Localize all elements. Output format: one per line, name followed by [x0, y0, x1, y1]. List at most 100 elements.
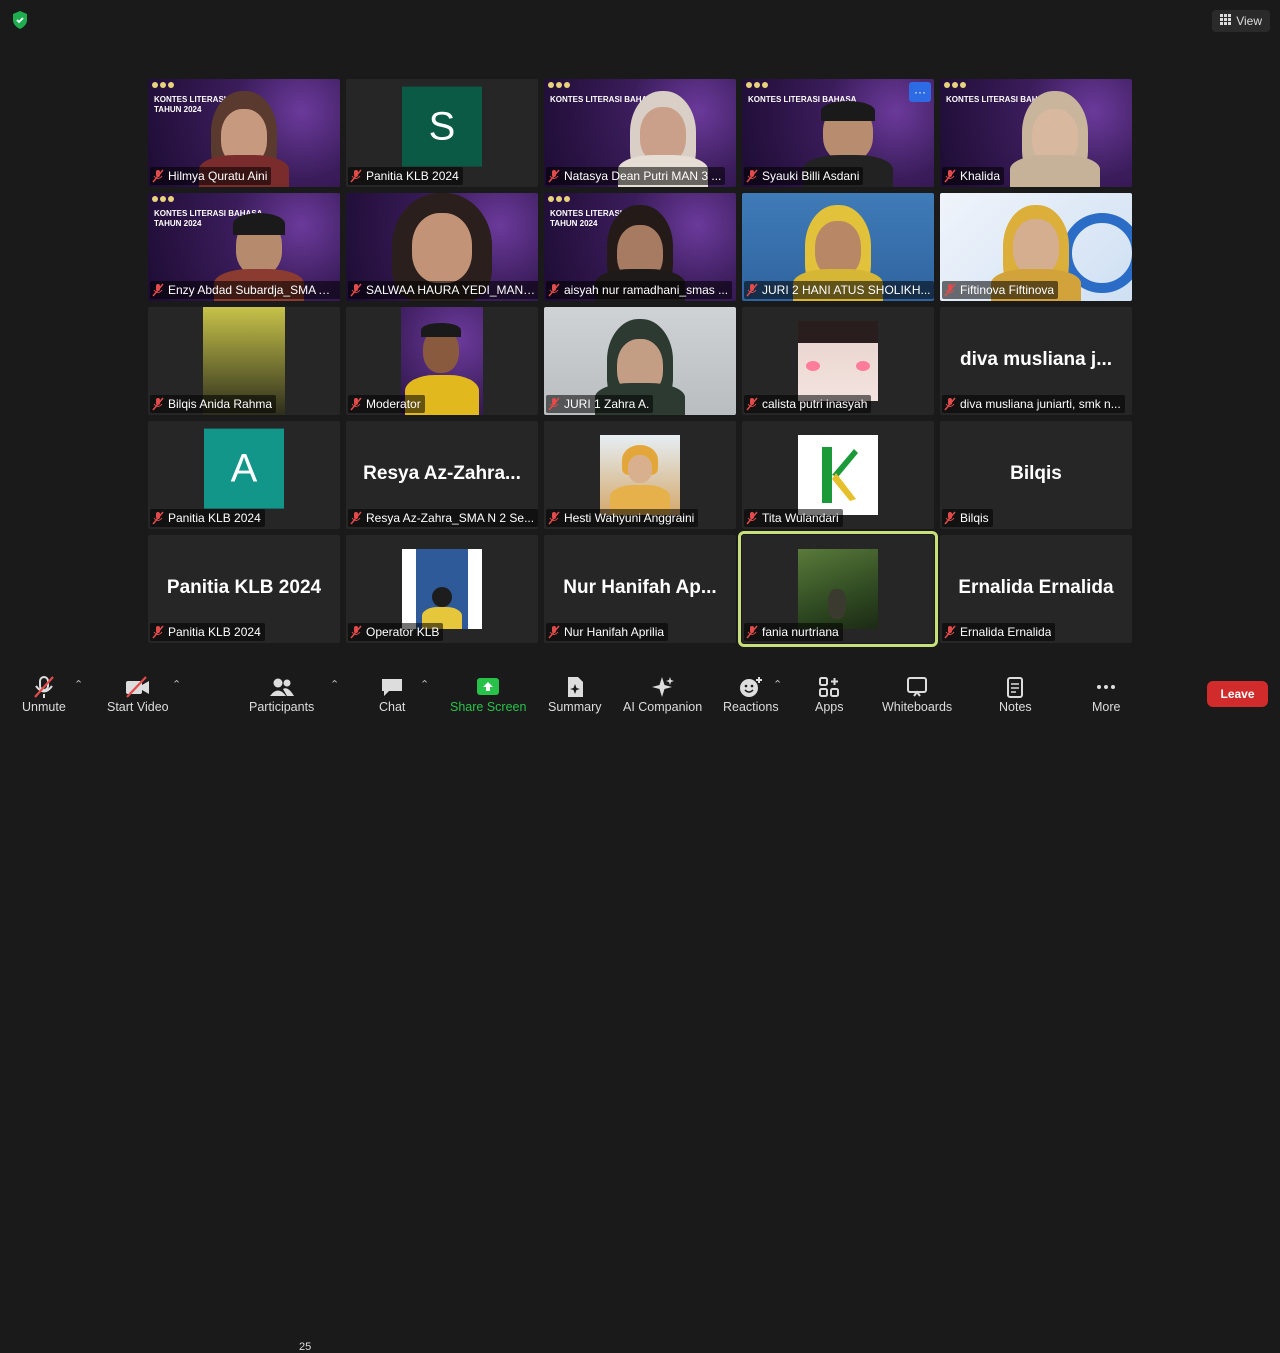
- apps-button[interactable]: Apps: [815, 674, 844, 714]
- participant-tile[interactable]: Moderator: [346, 307, 538, 415]
- participant-tile[interactable]: Tita Wulandari: [742, 421, 934, 529]
- share-screen-button[interactable]: Share Screen: [450, 674, 526, 714]
- participant-tile[interactable]: KONTES LITERASI BAHASA TAHUN 2024 aisyah …: [544, 193, 736, 301]
- participant-name: SALWAA HAURA YEDI_MAN ...: [366, 283, 536, 297]
- ai-companion-button[interactable]: AI Companion: [623, 674, 702, 714]
- muted-mic-icon: [152, 511, 164, 525]
- muted-mic-icon: [944, 511, 956, 525]
- chat-label: Chat: [379, 700, 406, 714]
- participant-name: Bilqis: [960, 511, 989, 525]
- participant-name: Panitia KLB 2024: [168, 511, 261, 525]
- apps-icon: [817, 674, 841, 700]
- participant-display-name: diva musliana j...: [959, 349, 1113, 370]
- participant-tile[interactable]: Resya Az-Zahra... Resya Az-Zahra_SMA N 2…: [346, 421, 538, 529]
- participant-tile-active-speaker[interactable]: fania nurtriana: [738, 531, 938, 647]
- participant-tile[interactable]: JURI 2 HANI ATUS SHOLIKH...: [742, 193, 934, 301]
- slide-subtitle: TAHUN 2024: [154, 105, 202, 114]
- meeting-toolbar: Unmute ⌃ Start Video ⌃ Participants 25 ⌃…: [0, 664, 1280, 1353]
- participant-name: Operator KLB: [366, 625, 440, 639]
- participant-name: Syauki Billi Asdani: [762, 169, 860, 183]
- participant-tile[interactable]: KONTES LITERASI BAHASA TAHUN 2024 Hilmya …: [148, 79, 340, 187]
- participant-tile[interactable]: KONTES LITERASI BAHASA Natasya Dean Putr…: [544, 79, 736, 187]
- participant-tile[interactable]: Bilqis Anida Rahma: [148, 307, 340, 415]
- participant-tile[interactable]: A Panitia KLB 2024: [148, 421, 340, 529]
- participant-tile[interactable]: Panitia KLB 2024 Panitia KLB 2024: [148, 535, 340, 643]
- participants-label: Participants: [249, 700, 315, 714]
- participant-name: JURI 2 HANI ATUS SHOLIKH...: [762, 283, 931, 297]
- unmute-label: Unmute: [22, 700, 66, 714]
- reactions-options-chevron-icon[interactable]: ⌃: [773, 678, 782, 691]
- participant-tile[interactable]: KONTES LITERASI BAHASA ··· Syauki Billi …: [742, 79, 934, 187]
- encryption-shield-icon[interactable]: [10, 10, 30, 30]
- chat-options-chevron-icon[interactable]: ⌃: [420, 678, 429, 691]
- share-screen-label: Share Screen: [450, 700, 527, 714]
- participant-tile[interactable]: Bilqis Bilqis: [940, 421, 1132, 529]
- participant-tile[interactable]: diva musliana j... diva musliana juniart…: [940, 307, 1132, 415]
- chat-icon: [380, 674, 404, 700]
- reactions-button[interactable]: Reactions: [723, 674, 779, 714]
- muted-mic-icon: [746, 169, 758, 183]
- summary-button[interactable]: Summary: [548, 674, 601, 714]
- muted-mic-icon: [548, 625, 560, 639]
- participant-tile[interactable]: KONTES LITERASI BAHASA Khalida: [940, 79, 1132, 187]
- avatar: A: [204, 428, 284, 509]
- participant-tile[interactable]: Ernalida Ernalida Ernalida Ernalida: [940, 535, 1132, 643]
- participant-name: Tita Wulandari: [762, 511, 839, 525]
- video-grid: KONTES LITERASI BAHASA TAHUN 2024 Hilmya …: [148, 79, 1132, 647]
- whiteboards-button[interactable]: Whiteboards: [882, 674, 952, 714]
- muted-mic-icon: [33, 674, 55, 700]
- video-options-chevron-icon[interactable]: ⌃: [172, 678, 181, 691]
- participant-name: Ernalida Ernalida: [960, 625, 1052, 639]
- notes-label: Notes: [999, 700, 1032, 714]
- participant-tile[interactable]: SALWAA HAURA YEDI_MAN ...: [346, 193, 538, 301]
- participant-name: Hilmya Quratu Aini: [168, 169, 268, 183]
- view-button[interactable]: View: [1212, 10, 1270, 32]
- participant-tile[interactable]: Nur Hanifah Ap... Nur Hanifah Aprilia: [544, 535, 736, 643]
- participant-display-name: Resya Az-Zahra...: [363, 463, 521, 484]
- muted-mic-icon: [548, 283, 560, 297]
- muted-mic-icon: [548, 169, 560, 183]
- muted-mic-icon: [152, 283, 164, 297]
- participant-tile[interactable]: S Panitia KLB 2024: [346, 79, 538, 187]
- audio-options-chevron-icon[interactable]: ⌃: [74, 678, 83, 691]
- participants-options-chevron-icon[interactable]: ⌃: [330, 678, 339, 691]
- participant-tile[interactable]: KONTES LITERASI BAHASA TAHUN 2024 Enzy Ab…: [148, 193, 340, 301]
- whiteboards-label: Whiteboards: [882, 700, 953, 714]
- more-dots-icon: [1094, 674, 1118, 700]
- participant-name: Fiftinova Fiftinova: [960, 283, 1055, 297]
- participant-tile[interactable]: calista putri inasyah: [742, 307, 934, 415]
- avatar: [402, 549, 482, 629]
- muted-mic-icon: [152, 625, 164, 639]
- muted-mic-icon: [350, 625, 362, 639]
- muted-mic-icon: [944, 625, 956, 639]
- chat-button[interactable]: Chat: [379, 674, 405, 714]
- notes-icon: [1004, 674, 1026, 700]
- muted-mic-icon: [746, 625, 758, 639]
- participant-tile[interactable]: Operator KLB: [346, 535, 538, 643]
- slide-subtitle: TAHUN 2024: [154, 219, 202, 228]
- participant-name: Nur Hanifah Aprilia: [564, 625, 665, 639]
- participant-display-name: Nur Hanifah Ap...: [563, 577, 717, 598]
- leave-button[interactable]: Leave: [1207, 681, 1268, 707]
- avatar: S: [402, 86, 482, 167]
- unmute-button[interactable]: Unmute: [22, 674, 66, 714]
- start-video-button[interactable]: Start Video: [107, 674, 169, 714]
- start-video-label: Start Video: [107, 700, 169, 714]
- participant-name: fania nurtriana: [762, 625, 839, 639]
- participant-name: Moderator: [366, 397, 421, 411]
- participant-tile[interactable]: JURI 1 Zahra A.: [544, 307, 736, 415]
- participant-name: Natasya Dean Putri MAN 3 ...: [564, 169, 722, 183]
- participants-button[interactable]: Participants: [249, 674, 314, 714]
- notes-button[interactable]: Notes: [999, 674, 1032, 714]
- slide-subtitle: TAHUN 2024: [550, 219, 598, 228]
- more-button[interactable]: More: [1092, 674, 1120, 714]
- whiteboard-icon: [905, 674, 929, 700]
- video-off-icon: [124, 674, 152, 700]
- sparkle-icon: [650, 674, 676, 700]
- more-options-button[interactable]: ···: [909, 82, 931, 102]
- summary-label: Summary: [548, 700, 602, 714]
- participant-tile[interactable]: Fiftinova Fiftinova: [940, 193, 1132, 301]
- participant-name: Enzy Abdad Subardja_SMA Al A...: [168, 283, 338, 297]
- muted-mic-icon: [152, 397, 164, 411]
- participant-tile[interactable]: Hesti Wahyuni Anggraini: [544, 421, 736, 529]
